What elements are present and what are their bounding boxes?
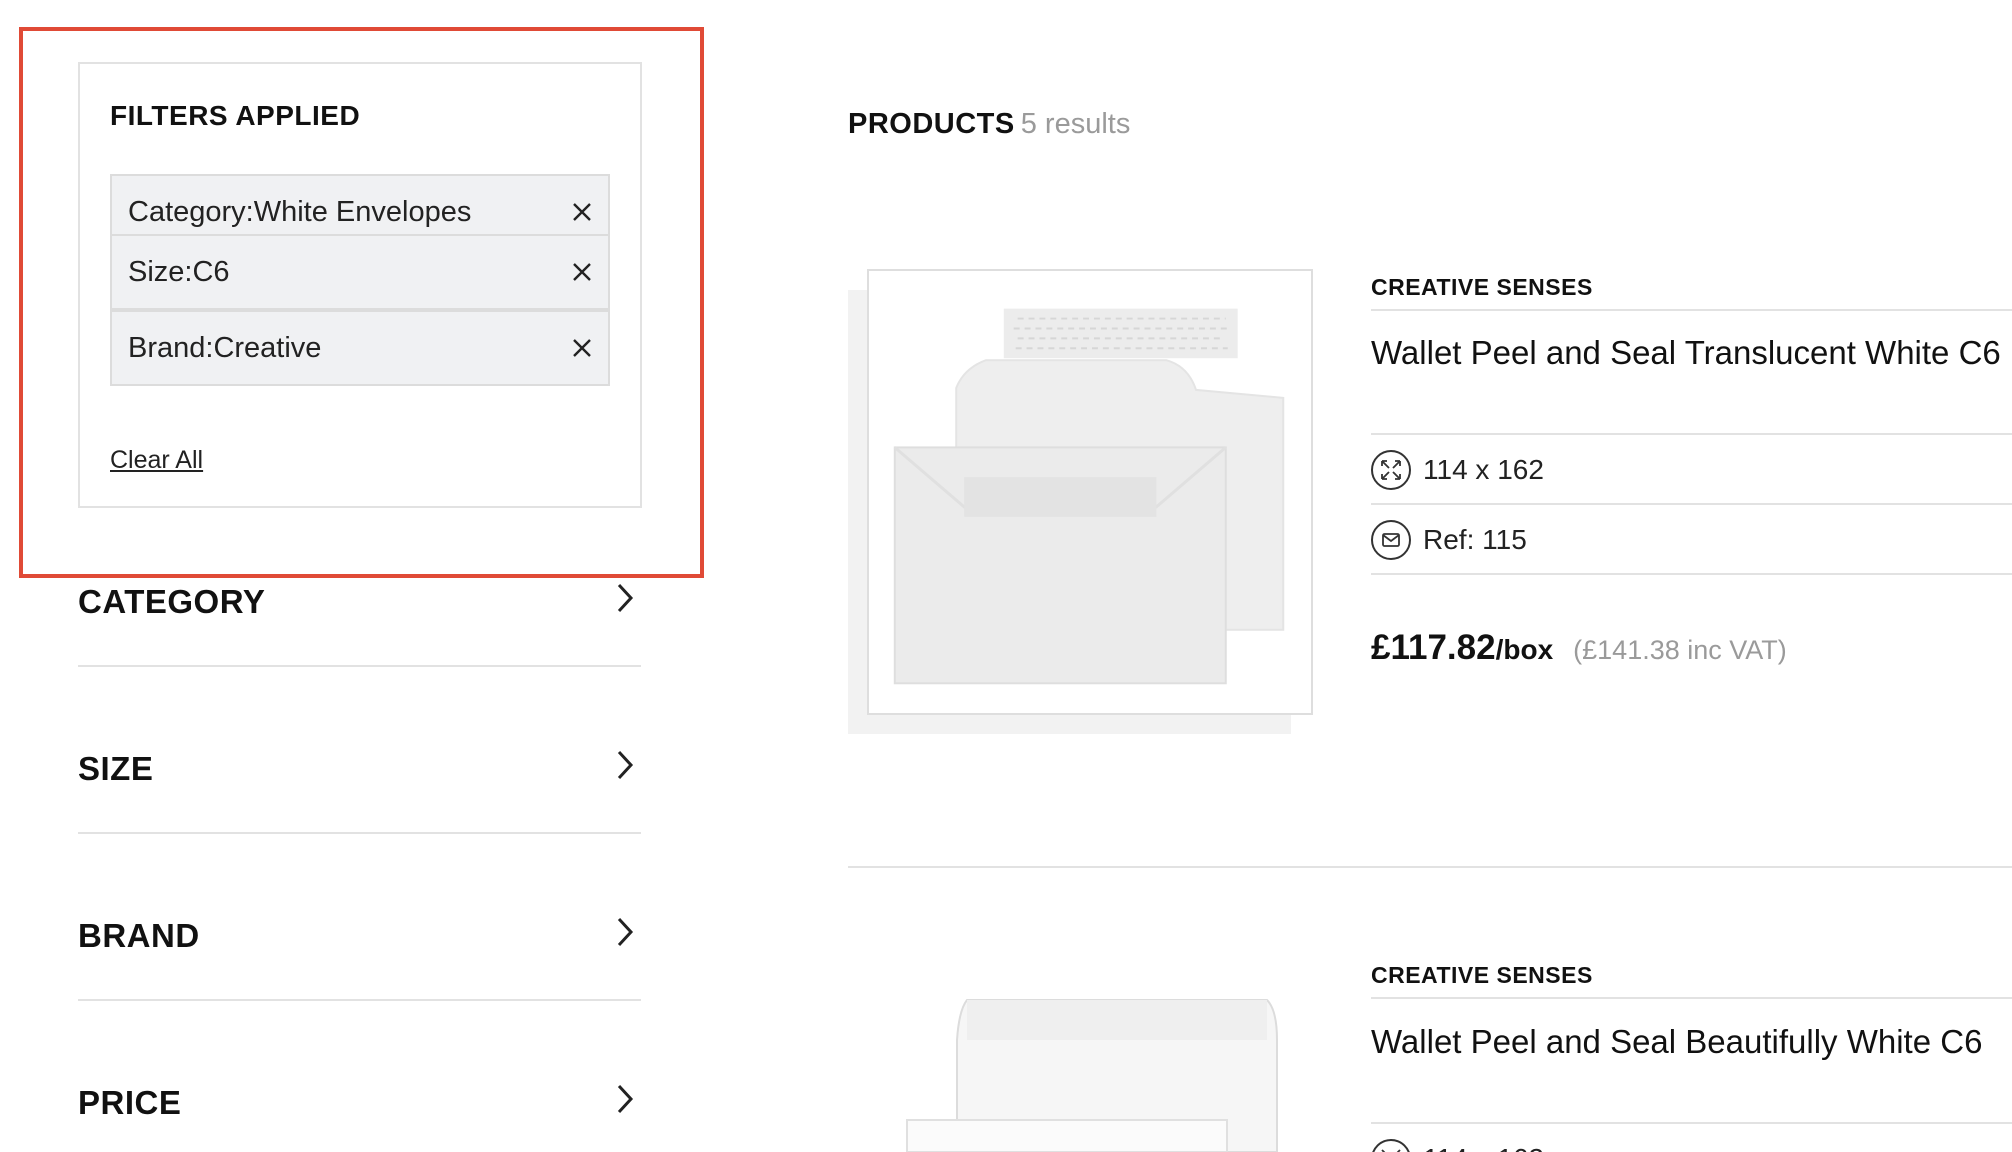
filter-chip-label: Size:C6	[128, 256, 230, 288]
product-price: £117.82/box (£141.38 inc VAT)	[1371, 628, 1787, 668]
filters-applied-panel: FILTERS APPLIED Category:White Envelopes…	[78, 62, 642, 508]
envelope-icon	[1371, 520, 1411, 560]
ref-text: Ref: 115	[1423, 524, 1527, 555]
products-header: PRODUCTS 5 results	[848, 108, 1130, 141]
product-brand: CREATIVE SENSES	[1371, 274, 1593, 300]
facet-brand[interactable]: BRAND	[78, 917, 641, 1001]
facet-size[interactable]: SIZE	[78, 750, 641, 834]
close-icon[interactable]	[568, 258, 596, 286]
price-unit: /box	[1495, 634, 1554, 665]
divider	[1371, 309, 2012, 311]
facet-label: PRICE	[78, 1084, 182, 1121]
chevron-right-icon	[613, 915, 637, 949]
divider	[1371, 573, 2012, 575]
facet-category[interactable]: CATEGORY	[78, 583, 641, 667]
product-dimensions: 114 x 162	[1371, 448, 1544, 492]
resize-arrows-icon	[1371, 450, 1411, 490]
filters-applied-title: FILTERS APPLIED	[110, 100, 361, 131]
facet-label: BRAND	[78, 917, 200, 954]
facet-price[interactable]: PRICE	[78, 1084, 641, 1152]
resize-arrows-icon	[1371, 1139, 1411, 1152]
divider	[1371, 503, 2012, 505]
filter-chip-label: Category:White Envelopes	[128, 196, 472, 228]
chevron-right-icon	[613, 1082, 637, 1116]
product-divider	[848, 866, 2012, 868]
product-dimensions: 114 x 162	[1371, 1137, 1544, 1152]
filter-chip-label: Brand:Creative	[128, 332, 322, 364]
product-title[interactable]: Wallet Peel and Seal Beautifully White C…	[1371, 1023, 2012, 1061]
facet-label: CATEGORY	[78, 583, 266, 620]
product-title[interactable]: Wallet Peel and Seal Translucent White C…	[1371, 334, 2012, 372]
chevron-right-icon	[613, 581, 637, 615]
filter-chip-size[interactable]: Size:C6	[110, 234, 610, 310]
product-ref: Ref: 115	[1371, 518, 1527, 562]
product-brand: CREATIVE SENSES	[1371, 962, 1593, 988]
dimensions-text: 114 x 162	[1423, 454, 1544, 485]
filter-chip-brand[interactable]: Brand:Creative	[110, 310, 610, 386]
close-icon[interactable]	[568, 334, 596, 362]
divider	[1371, 433, 2012, 435]
price-inc-vat: (£141.38 inc VAT)	[1573, 635, 1787, 665]
close-icon[interactable]	[568, 198, 596, 226]
results-count: 5 results	[1020, 108, 1131, 140]
products-title: PRODUCTS	[848, 108, 1015, 140]
product-image[interactable]	[867, 269, 1313, 715]
clear-all-link[interactable]: Clear All	[110, 446, 203, 475]
divider	[1371, 1122, 2012, 1124]
price-value: £117.82	[1371, 628, 1496, 667]
divider	[1371, 997, 2012, 999]
dimensions-text: 114 x 162	[1423, 1143, 1544, 1152]
chevron-right-icon	[613, 748, 637, 782]
product-image[interactable]	[867, 980, 1313, 1152]
facet-label: SIZE	[78, 750, 154, 787]
